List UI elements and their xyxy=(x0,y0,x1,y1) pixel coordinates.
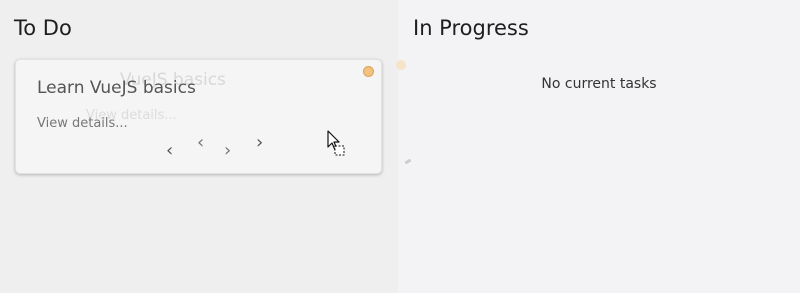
status-dot-icon xyxy=(363,66,374,77)
task-card-title: Learn VueJS basics xyxy=(37,78,196,98)
move-right-icon[interactable]: › xyxy=(256,134,263,152)
move-left-ghost-icon: ‹ xyxy=(197,132,205,153)
in-progress-column-title: In Progress xyxy=(413,16,529,40)
drag-ghost-dot-icon xyxy=(396,60,406,70)
todo-column-title: To Do xyxy=(14,16,72,40)
in-progress-column: In Progress No current tasks xyxy=(398,0,800,293)
drag-copy-cursor-icon xyxy=(327,130,345,156)
move-right-ghost-icon: › xyxy=(224,140,232,161)
todo-column: To Do VueJS basics View details... Learn… xyxy=(0,0,398,293)
move-left-icon[interactable]: ‹ xyxy=(166,142,173,160)
kanban-board: To Do VueJS basics View details... Learn… xyxy=(0,0,800,293)
empty-state-message: No current tasks xyxy=(541,76,657,92)
view-details-link[interactable]: View details... xyxy=(37,116,128,131)
